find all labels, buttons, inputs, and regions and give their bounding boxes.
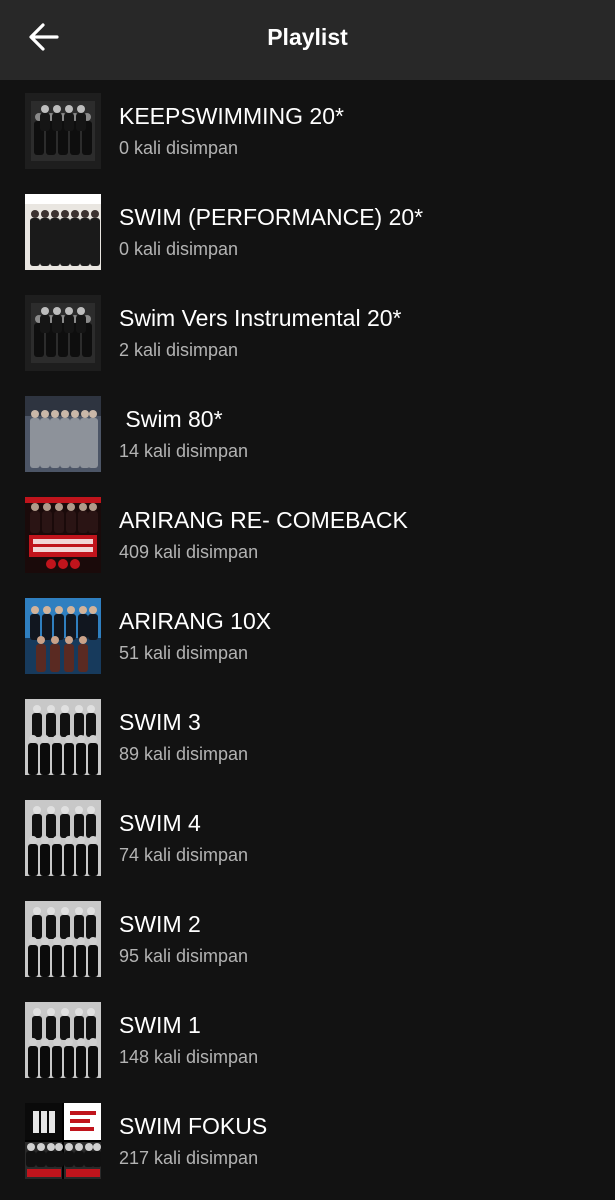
playlist-row[interactable]: SWIM FOKUS 217 kali disimpan xyxy=(0,1090,615,1191)
playlist-cover-image xyxy=(25,1002,101,1078)
playlist-save-count: 89 kali disimpan xyxy=(119,744,249,764)
playlist-row[interactable]: SWIM (PERFORMANCE) 20* 0 kali disimpan xyxy=(0,181,615,282)
playlist-cover-image xyxy=(25,598,101,674)
playlist-title: Swim Vers Instrumental 20* xyxy=(119,305,402,331)
playlist-cover-image xyxy=(25,1103,101,1179)
app-header: Playlist xyxy=(0,0,615,80)
playlist-row[interactable]: SWIM 2 95 kali disimpan xyxy=(0,888,615,989)
playlist-save-count: 95 kali disimpan xyxy=(119,946,249,966)
playlist-save-count: 148 kali disimpan xyxy=(119,1047,259,1067)
playlist-save-count: 74 kali disimpan xyxy=(119,845,249,865)
playlist-save-count: 409 kali disimpan xyxy=(119,542,259,562)
playlist-cover-image xyxy=(25,295,101,371)
playlist-cover-image xyxy=(25,699,101,775)
playlist-title: Swim 80* xyxy=(119,406,223,432)
playlist-cover-image xyxy=(25,396,101,472)
playlist-list: KEEPSWIMMING 20* 0 kali disimpan SWIM (PE… xyxy=(0,80,615,1191)
playlist-title: KEEPSWIMMING 20* xyxy=(119,103,344,129)
playlist-row[interactable]: ARIRANG RE- COMEBACK 409 kali disimpan xyxy=(0,484,615,585)
playlist-row[interactable]: SWIM 4 74 kali disimpan xyxy=(0,787,615,888)
playlist-cover-image xyxy=(25,901,101,977)
playlist-title: SWIM 2 xyxy=(119,911,201,937)
playlist-title: SWIM FOKUS xyxy=(119,1113,268,1139)
playlist-title: SWIM 3 xyxy=(119,709,201,735)
playlist-cover-image xyxy=(25,194,101,270)
playlist-row[interactable]: Swim 80* 14 kali disimpan xyxy=(0,383,615,484)
playlist-title: SWIM (PERFORMANCE) 20* xyxy=(119,204,424,230)
playlist-row[interactable]: ARIRANG 10X 51 kali disimpan xyxy=(0,585,615,686)
playlist-save-count: 217 kali disimpan xyxy=(119,1148,259,1168)
playlist-row[interactable]: SWIM 3 89 kali disimpan xyxy=(0,686,615,787)
playlist-title: ARIRANG RE- COMEBACK xyxy=(119,507,408,533)
playlist-save-count: 51 kali disimpan xyxy=(119,643,249,663)
playlist-save-count: 2 kali disimpan xyxy=(119,340,239,360)
playlist-row[interactable]: KEEPSWIMMING 20* 0 kali disimpan xyxy=(0,80,615,181)
playlist-save-count: 14 kali disimpan xyxy=(119,441,249,461)
playlist-cover-image xyxy=(25,800,101,876)
playlist-cover-image xyxy=(25,93,101,169)
playlist-save-count: 0 kali disimpan xyxy=(119,239,239,259)
page-title: Playlist xyxy=(267,24,348,50)
playlist-cover-image xyxy=(25,497,101,573)
playlist-save-count: 0 kali disimpan xyxy=(119,138,239,158)
playlist-title: SWIM 4 xyxy=(119,810,201,836)
playlist-row[interactable]: SWIM 1 148 kali disimpan xyxy=(0,989,615,1090)
playlist-title: ARIRANG 10X xyxy=(119,608,272,634)
playlist-title: SWIM 1 xyxy=(119,1012,201,1038)
playlist-row[interactable]: Swim Vers Instrumental 20* 2 kali disimpa… xyxy=(0,282,615,383)
